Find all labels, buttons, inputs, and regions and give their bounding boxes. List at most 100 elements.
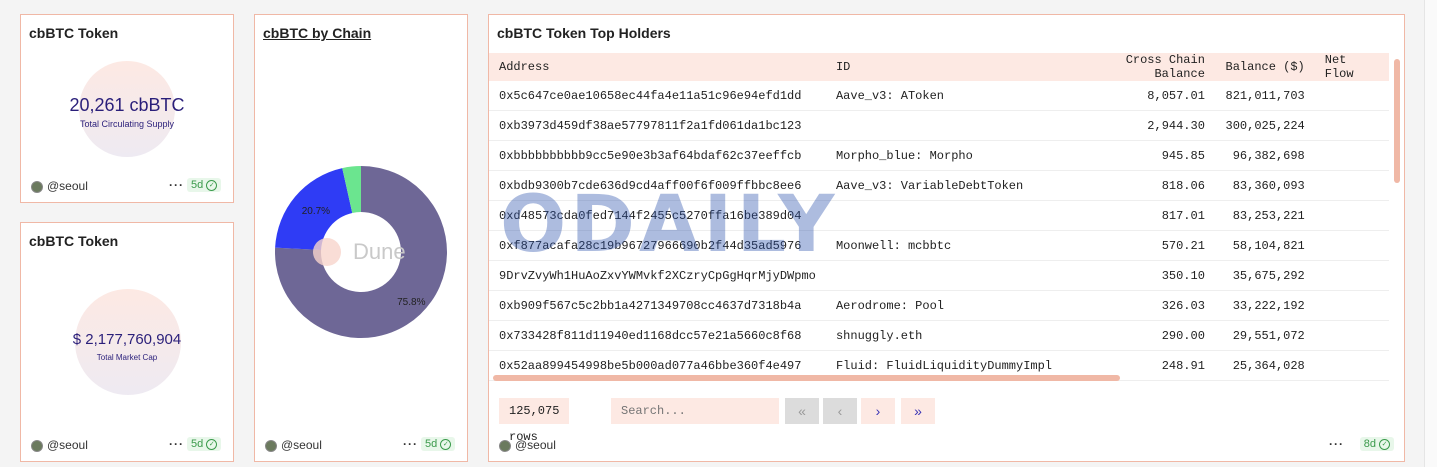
cell-address[interactable]: 0xbdb9300b7cde636d9cd4aff00f6f009ffbbc8e… [489,170,826,201]
age-text: 5d [191,438,204,450]
age-text: 8d [1363,438,1376,450]
panel-title-link[interactable]: cbBTC by Chain [263,25,371,41]
more-dots-icon[interactable]: ··· [403,437,418,451]
counter-value: 20,261 cbBTC [69,95,185,115]
holders-panel: cbBTC Token Top Holders Address ID Cross… [488,14,1405,462]
check-circle-icon: ✓ [206,438,218,450]
table-search-input[interactable] [611,398,779,424]
horizontal-scrollbar[interactable] [493,375,1120,381]
prev-page-icon[interactable]: ‹ [823,398,857,424]
author-link[interactable]: @seoul [31,179,88,193]
age-badge: 8d ✓ [1359,437,1394,451]
column-header-address[interactable]: Address [489,53,826,81]
more-dots-icon[interactable]: ··· [169,437,184,451]
table-header-row: Address ID Cross Chain Balance Balance (… [489,53,1389,81]
cell-cross-chain-balance: 945.85 [1062,140,1215,171]
author-name: @seoul [281,438,322,452]
cell-net-flow [1314,350,1389,381]
dune-watermark: Dune [313,238,406,266]
age-badge: 5d ✓ [187,178,222,192]
avatar [499,439,511,452]
cell-address[interactable]: 0xf877acafa28c19b96727966690b2f44d35ad59… [489,230,826,261]
svg-text:Dune: Dune [353,239,406,264]
cell-balance: 821,011,703 [1214,81,1315,111]
panel-footer: @seoul ··· 5d ✓ [31,178,223,194]
table-row: 0xb3973d459df38ae57797811f2a1fd061da1bc1… [489,110,1389,141]
cell-address[interactable]: 9DrvZvyWh1HuAoZxvYWMvkf2XCzryCpGgHqrMjyD… [489,260,826,291]
counter-label: Total Circulating Supply [79,119,175,129]
cell-net-flow [1314,260,1389,291]
check-circle-icon: ✓ [440,438,452,450]
first-page-icon[interactable]: « [785,398,819,424]
author-link[interactable]: @seoul [499,438,556,452]
last-page-icon[interactable]: » [901,398,935,424]
cell-balance: 83,360,093 [1214,170,1315,201]
row-count: 125,075 rows [499,398,570,444]
cell-address[interactable]: 0x733428f811d11940ed1168dcc57e21a5660c8f… [489,320,826,351]
table-row: 0xb909f567c5c2bb1a4271349708cc4637d7318b… [489,290,1389,321]
table-row: 0x733428f811d11940ed1168dcc57e21a5660c8f… [489,320,1389,351]
cell-balance: 25,364,028 [1214,350,1315,381]
donut-slice-label: 75.8% [397,297,425,308]
supply-panel: cbBTC Token 20,261 cbBTC Total Circulati… [20,14,234,203]
column-header-id[interactable]: ID [825,53,1063,81]
cell-cross-chain-balance: 290.00 [1062,320,1215,351]
cell-id [825,110,1063,141]
cell-id: Moonwell: mcbbtc [825,230,1063,261]
cell-net-flow [1314,140,1389,171]
cell-cross-chain-balance: 817.01 [1062,200,1215,231]
avatar [265,439,277,452]
vertical-scrollbar[interactable] [1394,59,1400,183]
cell-cross-chain-balance: 818.06 [1062,170,1215,201]
cell-cross-chain-balance: 570.21 [1062,230,1215,261]
counter-label: Total Market Cap [96,353,158,362]
age-badge: 5d ✓ [421,437,456,451]
cell-net-flow [1314,200,1389,231]
cell-net-flow [1314,290,1389,321]
cell-address[interactable]: 0xb909f567c5c2bb1a4271349708cc4637d7318b… [489,290,826,321]
column-header-cross-chain-balance[interactable]: Cross Chain Balance [1062,53,1215,81]
cell-net-flow [1314,81,1389,111]
more-dots-icon[interactable]: ··· [1329,437,1344,451]
cell-id: Aave_v3: VariableDebtToken [825,170,1063,201]
cell-address[interactable]: 0xb3973d459df38ae57797811f2a1fd061da1bc1… [489,110,826,141]
author-name: @seoul [515,438,556,452]
panel-footer: @seoul ··· 5d ✓ [265,437,457,453]
author-link[interactable]: @seoul [31,438,88,452]
avatar [31,439,43,452]
cell-id [825,200,1063,231]
cell-balance: 33,222,192 [1214,290,1315,321]
cell-net-flow [1314,110,1389,141]
table-row: 0xd48573cda0fed7144f2455c5270ffa16be389d… [489,200,1389,231]
cell-address[interactable]: 0x5c647ce0ae10658ec44fa4e11a51c96e94efd1… [489,81,826,111]
cell-cross-chain-balance: 326.03 [1062,290,1215,321]
cell-address[interactable]: 0xbbbbbbbbbb9cc5e90e3b3af64bdaf62c37eeff… [489,140,826,171]
page-scrollbar[interactable] [1424,0,1437,467]
holders-table-viewport[interactable]: Address ID Cross Chain Balance Balance (… [489,53,1389,383]
age-text: 5d [425,438,438,450]
cell-balance: 58,104,821 [1214,230,1315,261]
author-link[interactable]: @seoul [265,438,322,452]
cell-balance: 29,551,072 [1214,320,1315,351]
next-page-icon[interactable]: › [861,398,895,424]
donut-chart: 75.8% 20.7% Dune [275,166,447,338]
cell-net-flow [1314,320,1389,351]
panel-footer: @seoul ··· 8d ✓ [499,437,1394,453]
column-header-net-flow[interactable]: Net Flow [1314,53,1389,81]
panel-footer: @seoul ··· 5d ✓ [31,437,223,453]
author-name: @seoul [47,179,88,193]
cell-address[interactable]: 0xd48573cda0fed7144f2455c5270ffa16be389d… [489,200,826,231]
cell-balance: 83,253,221 [1214,200,1315,231]
donut-slice-label: 20.7% [302,206,330,217]
column-header-balance[interactable]: Balance ($) [1214,53,1315,81]
check-circle-icon: ✓ [206,179,218,191]
check-circle-icon: ✓ [1379,438,1390,450]
table-row: 0x5c647ce0ae10658ec44fa4e11a51c96e94efd1… [489,81,1389,111]
more-dots-icon[interactable]: ··· [169,178,184,192]
marketcap-panel: cbBTC Token $ 2,177,760,904 Total Market… [20,222,234,462]
cell-cross-chain-balance: 2,944.30 [1062,110,1215,141]
cell-balance: 300,025,224 [1214,110,1315,141]
holders-table: Address ID Cross Chain Balance Balance (… [489,53,1389,381]
cell-cross-chain-balance: 350.10 [1062,260,1215,291]
cell-id: Morpho_blue: Morpho [825,140,1063,171]
